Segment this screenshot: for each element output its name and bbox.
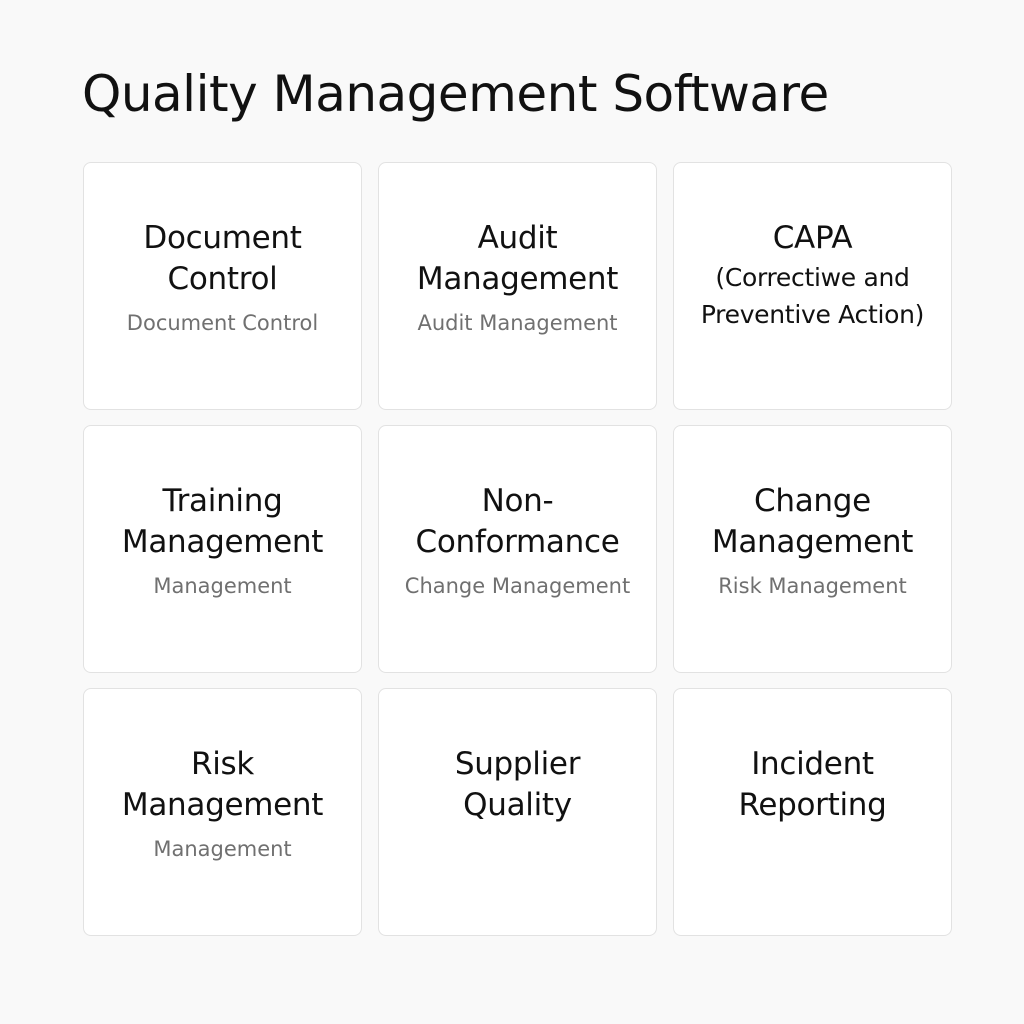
module-card-title: Incident Reporting xyxy=(674,744,951,826)
module-card-title-line: Management xyxy=(121,787,324,823)
module-card-title-line: Reporting xyxy=(738,787,887,823)
module-card-title-line: Audit xyxy=(477,220,558,256)
module-card-title: Training Management xyxy=(84,481,361,563)
module-card-capa[interactable]: CAPA (Correctiwe and Preventive Action) xyxy=(673,162,952,410)
module-card-title: Document Control xyxy=(84,218,361,300)
module-card-title-line: Non- xyxy=(481,483,554,519)
module-card-title-line: Control xyxy=(167,261,278,297)
module-card-incident-reporting[interactable]: Incident Reporting xyxy=(673,688,952,936)
module-card-subtitle: Risk Management xyxy=(718,574,907,598)
module-card-title-line: Document xyxy=(143,220,302,256)
module-card-title: CAPA (Correctiwe and Preventive Action) xyxy=(674,218,951,333)
module-card-non-conformance[interactable]: Non- Conformance Change Management xyxy=(378,425,657,673)
module-card-subtitle: Management xyxy=(153,837,292,861)
module-card-subtitle: Document Control xyxy=(126,311,319,335)
module-card-subtitle: Change Management xyxy=(404,574,631,598)
module-card-title-line: Management xyxy=(711,524,914,560)
module-card-audit-management[interactable]: Audit Management Audit Management xyxy=(378,162,657,410)
module-grid: Document Control Document Control Audit … xyxy=(83,162,952,936)
module-card-title: Change Management xyxy=(674,481,951,563)
module-card-title: Audit Management xyxy=(379,218,656,300)
module-card-title: Risk Management xyxy=(84,744,361,826)
module-card-supplier-quality[interactable]: Supplier Quality xyxy=(378,688,657,936)
module-card-title: Supplier Quality xyxy=(379,744,656,826)
module-card-title-line: Quality xyxy=(463,787,572,823)
module-card-subtitle: Audit Management xyxy=(417,311,618,335)
module-card-title-line: Conformance xyxy=(415,524,620,560)
module-card-title-line: Training xyxy=(162,483,283,519)
module-card-title-line: Change xyxy=(754,483,871,519)
module-card-title-line: Incident xyxy=(751,746,874,782)
module-card-subtitle: Management xyxy=(153,574,292,598)
module-card-change-management[interactable]: Change Management Risk Management xyxy=(673,425,952,673)
module-card-risk-management[interactable]: Risk Management Management xyxy=(83,688,362,936)
page-title: Quality Management Software xyxy=(82,65,829,123)
module-card-title-line: Risk xyxy=(190,746,255,782)
module-card-title-line: Management xyxy=(121,524,324,560)
module-card-document-control[interactable]: Document Control Document Control xyxy=(83,162,362,410)
module-card-title-line: Preventive Action) xyxy=(700,300,925,329)
module-card-training-management[interactable]: Training Management Management xyxy=(83,425,362,673)
module-card-title-line: Management xyxy=(416,261,619,297)
module-card-title: Non- Conformance xyxy=(379,481,656,563)
module-card-title-line: CAPA xyxy=(772,220,853,256)
module-card-title-line: (Correctiwe and xyxy=(715,263,910,292)
module-card-title-line: Supplier xyxy=(454,746,581,782)
